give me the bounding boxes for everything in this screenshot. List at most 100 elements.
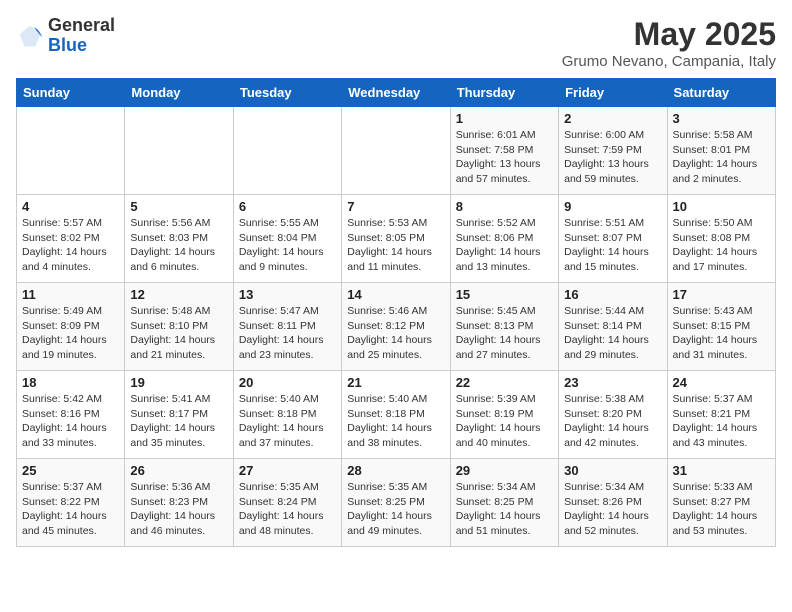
day-info: Sunrise: 6:01 AM Sunset: 7:58 PM Dayligh… [456,128,553,187]
calendar-cell: 11 Sunrise: 5:49 AM Sunset: 8:09 PM Dayli… [17,283,125,371]
weekday-header: Saturday [667,79,775,107]
calendar-cell: 17 Sunrise: 5:43 AM Sunset: 8:15 PM Dayli… [667,283,775,371]
day-number: 21 [347,375,444,390]
calendar-cell: 3 Sunrise: 5:58 AM Sunset: 8:01 PM Daylig… [667,107,775,195]
day-number: 4 [22,199,119,214]
day-number: 22 [456,375,553,390]
day-info: Sunrise: 5:44 AM Sunset: 8:14 PM Dayligh… [564,304,661,363]
day-info: Sunrise: 5:37 AM Sunset: 8:22 PM Dayligh… [22,480,119,539]
day-info: Sunrise: 5:50 AM Sunset: 8:08 PM Dayligh… [673,216,770,275]
day-number: 31 [673,463,770,478]
calendar-cell: 19Sunrise: 5:41 AM Sunset: 8:17 PM Dayli… [125,371,233,459]
day-number: 13 [239,287,336,302]
logo: General Blue [16,16,115,56]
title-block: May 2025 Grumo Nevano, Campania, Italy [562,16,776,70]
day-number: 9 [564,199,661,214]
weekday-header: Tuesday [233,79,341,107]
calendar-header: SundayMondayTuesdayWednesdayThursdayFrid… [17,79,776,107]
day-number: 17 [673,287,770,302]
day-number: 7 [347,199,444,214]
day-info: Sunrise: 5:55 AM Sunset: 8:04 PM Dayligh… [239,216,336,275]
calendar-cell: 24 Sunrise: 5:37 AM Sunset: 8:21 PM Dayli… [667,371,775,459]
day-number: 30 [564,463,661,478]
calendar-cell: 28Sunrise: 5:35 AM Sunset: 8:25 PM Dayli… [342,459,450,547]
day-number: 8 [456,199,553,214]
calendar-cell: 10Sunrise: 5:50 AM Sunset: 8:08 PM Dayli… [667,195,775,283]
day-number: 24 [673,375,770,390]
day-info: Sunrise: 5:58 AM Sunset: 8:01 PM Dayligh… [673,128,770,187]
calendar-cell: 23Sunrise: 5:38 AM Sunset: 8:20 PM Dayli… [559,371,667,459]
day-number: 11 [22,287,119,302]
day-info: Sunrise: 5:40 AM Sunset: 8:18 PM Dayligh… [239,392,336,451]
day-info: Sunrise: 5:48 AM Sunset: 8:10 PM Dayligh… [130,304,227,363]
calendar-cell: 15 Sunrise: 5:45 AM Sunset: 8:13 PM Dayli… [450,283,558,371]
day-number: 29 [456,463,553,478]
calendar-cell: 1 Sunrise: 6:01 AM Sunset: 7:58 PM Daylig… [450,107,558,195]
calendar-cell: 4Sunrise: 5:57 AM Sunset: 8:02 PM Daylig… [17,195,125,283]
calendar-cell: 22Sunrise: 5:39 AM Sunset: 8:19 PM Dayli… [450,371,558,459]
day-info: Sunrise: 5:42 AM Sunset: 8:16 PM Dayligh… [22,392,119,451]
calendar-cell [125,107,233,195]
day-info: Sunrise: 5:36 AM Sunset: 8:23 PM Dayligh… [130,480,227,539]
calendar-title: May 2025 [562,16,776,53]
day-number: 1 [456,111,553,126]
day-info: Sunrise: 5:41 AM Sunset: 8:17 PM Dayligh… [130,392,227,451]
day-info: Sunrise: 5:47 AM Sunset: 8:11 PM Dayligh… [239,304,336,363]
day-info: Sunrise: 5:52 AM Sunset: 8:06 PM Dayligh… [456,216,553,275]
calendar-cell: 31 Sunrise: 5:33 AM Sunset: 8:27 PM Dayli… [667,459,775,547]
day-number: 2 [564,111,661,126]
day-info: Sunrise: 5:37 AM Sunset: 8:21 PM Dayligh… [673,392,770,451]
day-number: 15 [456,287,553,302]
day-number: 27 [239,463,336,478]
day-number: 6 [239,199,336,214]
calendar-cell: 30Sunrise: 5:34 AM Sunset: 8:26 PM Dayli… [559,459,667,547]
day-number: 26 [130,463,227,478]
calendar-cell: 12 Sunrise: 5:48 AM Sunset: 8:10 PM Dayli… [125,283,233,371]
page-header: General Blue May 2025 Grumo Nevano, Camp… [16,16,776,70]
logo-icon [16,22,44,50]
logo-text: General Blue [48,16,115,56]
calendar-cell: 25 Sunrise: 5:37 AM Sunset: 8:22 PM Dayli… [17,459,125,547]
calendar-cell: 26 Sunrise: 5:36 AM Sunset: 8:23 PM Dayli… [125,459,233,547]
day-info: Sunrise: 5:53 AM Sunset: 8:05 PM Dayligh… [347,216,444,275]
calendar-cell: 18 Sunrise: 5:42 AM Sunset: 8:16 PM Dayli… [17,371,125,459]
day-info: Sunrise: 5:56 AM Sunset: 8:03 PM Dayligh… [130,216,227,275]
day-info: Sunrise: 5:35 AM Sunset: 8:24 PM Dayligh… [239,480,336,539]
day-info: Sunrise: 5:49 AM Sunset: 8:09 PM Dayligh… [22,304,119,363]
calendar-cell [233,107,341,195]
calendar-cell: 2 Sunrise: 6:00 AM Sunset: 7:59 PM Daylig… [559,107,667,195]
calendar-table: SundayMondayTuesdayWednesdayThursdayFrid… [16,78,776,547]
day-number: 18 [22,375,119,390]
day-number: 28 [347,463,444,478]
calendar-cell: 13 Sunrise: 5:47 AM Sunset: 8:11 PM Dayli… [233,283,341,371]
weekday-header: Thursday [450,79,558,107]
calendar-cell: 27 Sunrise: 5:35 AM Sunset: 8:24 PM Dayli… [233,459,341,547]
day-info: Sunrise: 6:00 AM Sunset: 7:59 PM Dayligh… [564,128,661,187]
calendar-cell: 16 Sunrise: 5:44 AM Sunset: 8:14 PM Dayli… [559,283,667,371]
calendar-cell: 8 Sunrise: 5:52 AM Sunset: 8:06 PM Daylig… [450,195,558,283]
day-info: Sunrise: 5:43 AM Sunset: 8:15 PM Dayligh… [673,304,770,363]
calendar-cell [17,107,125,195]
calendar-cell [342,107,450,195]
calendar-cell: 5Sunrise: 5:56 AM Sunset: 8:03 PM Daylig… [125,195,233,283]
day-number: 3 [673,111,770,126]
weekday-header: Friday [559,79,667,107]
day-number: 14 [347,287,444,302]
calendar-cell: 7 Sunrise: 5:53 AM Sunset: 8:05 PM Daylig… [342,195,450,283]
weekday-header: Wednesday [342,79,450,107]
day-info: Sunrise: 5:51 AM Sunset: 8:07 PM Dayligh… [564,216,661,275]
calendar-cell: 6 Sunrise: 5:55 AM Sunset: 8:04 PM Daylig… [233,195,341,283]
day-number: 25 [22,463,119,478]
day-number: 16 [564,287,661,302]
calendar-cell: 9 Sunrise: 5:51 AM Sunset: 8:07 PM Daylig… [559,195,667,283]
day-info: Sunrise: 5:33 AM Sunset: 8:27 PM Dayligh… [673,480,770,539]
logo-general: General [48,15,115,35]
day-info: Sunrise: 5:45 AM Sunset: 8:13 PM Dayligh… [456,304,553,363]
day-info: Sunrise: 5:46 AM Sunset: 8:12 PM Dayligh… [347,304,444,363]
day-info: Sunrise: 5:34 AM Sunset: 8:25 PM Dayligh… [456,480,553,539]
day-info: Sunrise: 5:40 AM Sunset: 8:18 PM Dayligh… [347,392,444,451]
calendar-cell: 14 Sunrise: 5:46 AM Sunset: 8:12 PM Dayli… [342,283,450,371]
weekday-header: Monday [125,79,233,107]
day-info: Sunrise: 5:38 AM Sunset: 8:20 PM Dayligh… [564,392,661,451]
day-number: 12 [130,287,227,302]
